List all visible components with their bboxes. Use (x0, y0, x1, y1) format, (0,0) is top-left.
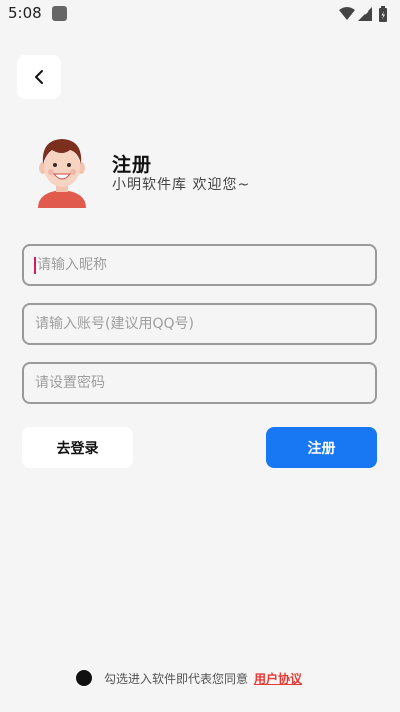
status-bar: 5:08 (0, 0, 400, 28)
chevron-left-icon (35, 70, 43, 84)
register-button[interactable]: 注册 (266, 427, 377, 468)
nickname-input[interactable] (24, 246, 375, 284)
status-icons (338, 5, 390, 23)
wifi-icon (339, 7, 355, 20)
password-input[interactable] (24, 364, 375, 402)
battery-icon (379, 6, 387, 22)
account-input[interactable] (24, 305, 375, 343)
page-title: 注册 (112, 154, 153, 176)
text-cursor (34, 257, 36, 274)
user-agreement-link[interactable]: 用户协议 (254, 670, 302, 687)
signal-icon (358, 7, 372, 21)
back-button[interactable] (17, 55, 61, 99)
nickname-field[interactable] (22, 244, 377, 286)
agreement-checkbox[interactable] (76, 670, 92, 686)
password-field[interactable] (22, 362, 377, 404)
account-field[interactable] (22, 303, 377, 345)
notification-app-icon (52, 6, 67, 21)
avatar (38, 139, 86, 208)
agreement-text: 勾选进入软件即代表您同意 (104, 671, 249, 686)
go-login-button[interactable]: 去登录 (22, 427, 133, 468)
status-time: 5:08 (8, 4, 42, 22)
register-screen: 5:08 注册 小明软件库 欢迎您~ 请输入昵称 请输入账号(建议用QQ号) 去… (0, 0, 400, 712)
welcome-text: 小明软件库 欢迎您~ (112, 177, 251, 193)
agreement-row: 勾选进入软件即代表您同意 用户协议 (76, 668, 302, 688)
